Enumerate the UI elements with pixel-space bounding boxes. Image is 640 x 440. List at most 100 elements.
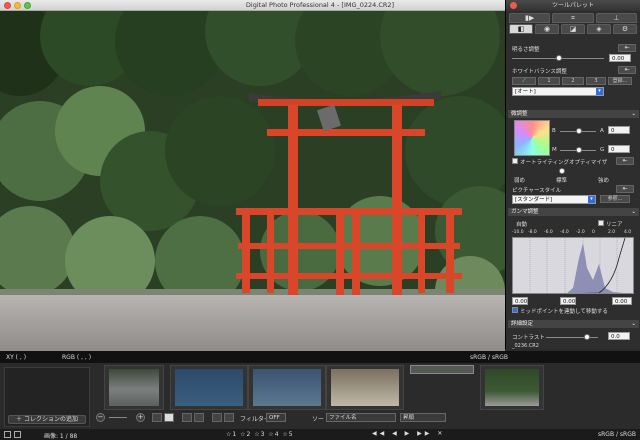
thumbnail[interactable] (170, 365, 248, 410)
alo-reset-button[interactable]: ⇤ (616, 157, 634, 165)
alo-checkbox[interactable] (512, 158, 518, 164)
color-wheel[interactable] (514, 120, 550, 156)
gamma-tick-label: -2.0 (576, 230, 585, 235)
tab-settings[interactable]: ⚙ (613, 24, 637, 34)
thumbnail[interactable] (248, 365, 326, 410)
brightness-slider-knob[interactable] (556, 55, 562, 61)
palette-close-button[interactable] (510, 2, 517, 9)
brightness-value[interactable]: 0.00 (609, 54, 631, 62)
contrast-slider-knob[interactable] (584, 334, 590, 340)
wb-preset-3[interactable]: 3 (586, 77, 606, 85)
wb-register-button[interactable]: 登録... (608, 77, 632, 85)
thumbnail-image (415, 369, 469, 370)
thumbnail-image (485, 369, 539, 406)
picstyle-select[interactable]: [スタンダード] ▾ (512, 195, 596, 204)
navigation-controls[interactable]: ◀◀ ◀ ▶ ▶▶ ✕ (372, 430, 445, 437)
thumbnail-image (175, 369, 243, 406)
b-slider-knob[interactable] (576, 128, 582, 134)
tab-output[interactable]: ⊥ (595, 13, 637, 23)
view-mode-3-button[interactable] (182, 413, 192, 422)
sort-select[interactable]: ファイル名 (326, 413, 396, 422)
palette-tabs-row2: ◧ ◉ ◪ ◈ ⚙ (506, 23, 640, 34)
wb-preset-select[interactable]: [オート] ▾ (512, 87, 604, 96)
zoom-in-icon[interactable]: + (136, 413, 145, 422)
order-select[interactable]: 昇順 (400, 413, 446, 422)
thumbnail-selected[interactable] (410, 365, 474, 374)
thumbnail[interactable] (104, 365, 164, 410)
coordinate-bar: XY ( , ) RGB ( , , ) sRGB / sRGB (0, 351, 640, 363)
a-axis-label: A (600, 128, 604, 134)
detail-title: 詳細設定 (511, 321, 534, 327)
tab-basic-adjust[interactable]: ◧ (509, 24, 533, 34)
chevron-down-icon: ⌄ (631, 111, 636, 117)
linear-checkbox[interactable] (598, 220, 604, 226)
alo-label: オートライティングオプティマイザ (520, 160, 608, 166)
filter-select[interactable]: OFF (266, 413, 286, 422)
detail-header[interactable]: 詳細設定 ⌄ (508, 320, 639, 328)
list-view-icon[interactable] (14, 431, 21, 438)
add-collection-label: コレクションの追加 (23, 416, 78, 423)
gamma-header[interactable]: ガンマ調整 ⌄ (508, 208, 639, 216)
gamma-tick-label: 4.0 (624, 230, 632, 235)
color-profile-readout: sRGB / sRGB (470, 354, 508, 361)
alo-low-label: 弱め (514, 178, 526, 184)
m-slider-knob[interactable] (576, 147, 582, 153)
tab-basic-1[interactable]: ▮▶ (509, 13, 551, 23)
g-value[interactable]: 0 (608, 145, 630, 153)
gamma-channel[interactable]: 自動 (516, 220, 527, 228)
midpoint-link-checkbox[interactable] (512, 307, 518, 313)
add-collection-button[interactable]: ＋ コレクションの追加 (8, 415, 86, 424)
picstyle-browse-button[interactable]: 参照... (600, 195, 630, 203)
contrast-value[interactable]: 0.0 (608, 332, 630, 340)
collection-panel: ＋ コレクションの追加 (4, 367, 90, 427)
wb-eyedropper-button[interactable]: ⟋ (512, 77, 536, 85)
fine-tune-header[interactable]: 微調整 ⌄ (508, 110, 639, 118)
chevron-down-icon: ⌄ (631, 209, 636, 215)
alo-strength-knob[interactable] (559, 168, 565, 174)
thumbnail-image (253, 369, 321, 406)
chevron-down-icon: ▾ (596, 88, 603, 95)
gamma-high-value[interactable]: 0.00 (612, 297, 632, 305)
gamma-low-value[interactable]: 0.00 (512, 297, 528, 305)
tab-lens[interactable]: ◉ (535, 24, 559, 34)
status-bar: 画像: 1 / 88 ☆1 ☆2 ☆3 ☆4 ☆5 ◀◀ ◀ ▶ ▶▶ ✕ sR… (0, 429, 640, 440)
contrast-slider[interactable] (546, 337, 598, 338)
wb-preset-2[interactable]: 2 (562, 77, 584, 85)
wb-preset-1[interactable]: 1 (538, 77, 560, 85)
gamma-tick-row: -10.0 -8.0 -6.0 -4.0 -2.0 0 2.0 4.0 (512, 230, 634, 236)
midpoint-link-label: ミッドポイントを連動して移動する (520, 309, 608, 315)
rating-stars[interactable]: ☆1 ☆2 ☆3 ☆4 ☆5 (226, 431, 294, 438)
wb-reset-button[interactable]: ⇤ (618, 66, 636, 74)
image-count: 画像: 1 / 88 (44, 433, 78, 440)
view-mode-4-button[interactable] (194, 413, 204, 422)
preview-image[interactable] (0, 11, 505, 351)
gamma-histogram[interactable] (512, 237, 634, 294)
tab-color[interactable]: ◈ (587, 24, 611, 34)
linear-label: リニア (606, 222, 623, 228)
palette-tabs-row1: ▮▶ ⌗ ⊥ (506, 11, 640, 23)
thumbnail[interactable] (326, 365, 404, 410)
current-file-label: _0236.CR2 (512, 343, 539, 349)
view-mode-1-button[interactable] (152, 413, 162, 422)
view-mode-2-button[interactable] (164, 413, 174, 422)
app-window: Digital Photo Professional 4 - [IMG_0224… (0, 0, 640, 440)
thumbnail[interactable] (480, 365, 544, 410)
thumbnail-image (331, 369, 399, 406)
brightness-reset-button[interactable]: ⇤ (618, 44, 636, 52)
gamma-tick-label: -10.0 (512, 230, 524, 235)
tab-crop[interactable]: ⌗ (552, 13, 594, 23)
view-mode-5-button[interactable] (212, 413, 222, 422)
picstyle-reset-button[interactable]: ⇤ (616, 185, 634, 193)
filmstrip-controls: − + フィルター OFF ソート ファイル名 昇順 (94, 411, 640, 425)
tab-tone[interactable]: ◪ (561, 24, 585, 34)
xy-readout: XY ( , ) (6, 354, 27, 361)
gamma-tick-label: 0 (592, 230, 595, 235)
gamma-mid-value[interactable]: 0.00 (560, 297, 576, 305)
zoom-out-icon[interactable]: − (96, 413, 105, 422)
palette-title: ツールパレット (551, 2, 594, 9)
a-value[interactable]: 0 (608, 126, 630, 134)
view-mode-6-button[interactable] (224, 413, 234, 422)
grid-view-icon[interactable] (4, 431, 11, 438)
thumbnail-image (109, 369, 159, 406)
thumbnail-size-slider[interactable] (109, 417, 127, 418)
